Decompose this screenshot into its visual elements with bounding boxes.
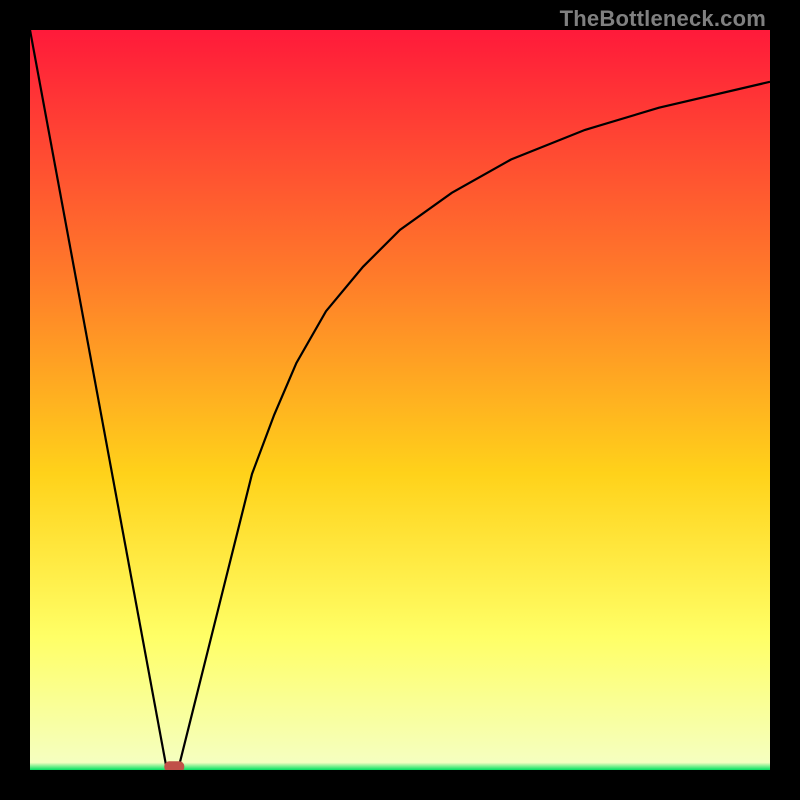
watermark-text: TheBottleneck.com [560,6,766,32]
chart-frame: TheBottleneck.com [0,0,800,800]
plot-area [30,30,770,770]
min-marker [164,761,184,770]
chart-svg [30,30,770,770]
plot-background [30,30,770,770]
